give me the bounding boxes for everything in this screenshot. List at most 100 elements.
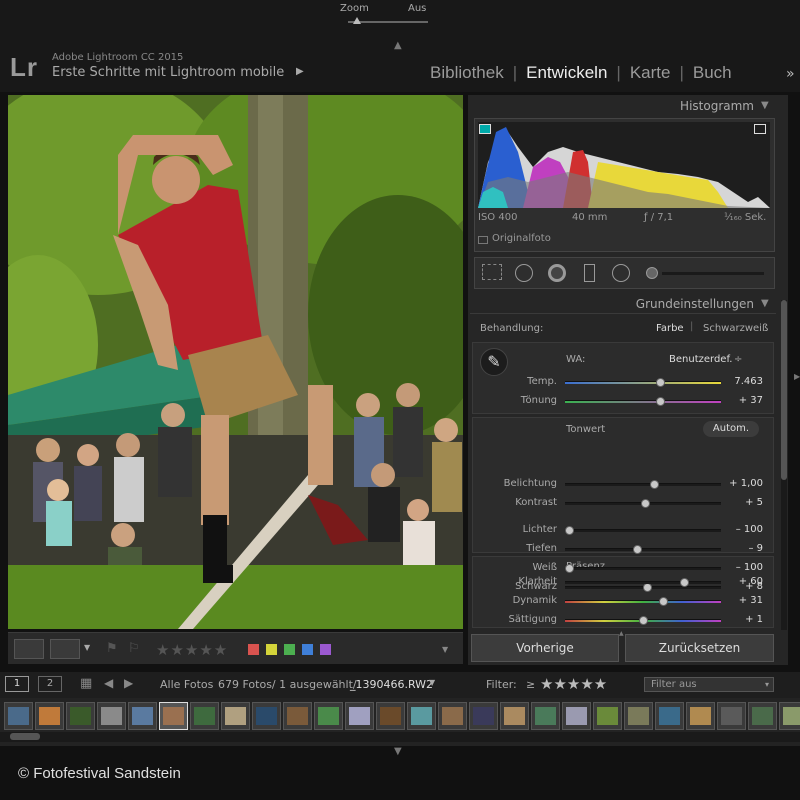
radial-filter-icon[interactable]: [612, 264, 630, 282]
filmstrip-thumbnail[interactable]: [686, 702, 715, 730]
main-photo[interactable]: [8, 95, 463, 629]
original-photo-checkbox[interactable]: [478, 236, 488, 244]
slider-thumb-dynamik[interactable]: [659, 597, 669, 606]
red-eye-icon[interactable]: [548, 264, 566, 282]
filmstrip-thumbnail[interactable]: [4, 702, 33, 730]
toolbar-dropdown-icon[interactable]: ▼: [442, 645, 448, 654]
filmstrip-thumbnail[interactable]: [128, 702, 157, 730]
filmstrip-source[interactable]: Alle Fotos: [160, 678, 213, 691]
filmstrip-thumbnail[interactable]: [593, 702, 622, 730]
graduated-filter-icon[interactable]: [584, 264, 595, 282]
main-window-button[interactable]: 1: [5, 676, 29, 692]
basic-panel-title[interactable]: Grundeinstellungen: [636, 297, 754, 311]
panel-bottom-arrow-icon[interactable]: ▲: [619, 630, 624, 637]
slider-value-temp[interactable]: 7.463: [715, 376, 763, 387]
filmstrip-thumbnail[interactable]: [283, 702, 312, 730]
slider-thumb-tiefen[interactable]: [632, 545, 642, 554]
color-label-red[interactable]: [248, 644, 259, 655]
histogram-collapse-icon[interactable]: ▼: [761, 100, 769, 111]
filmstrip-thumbnail[interactable]: [159, 702, 188, 730]
grid-view-icon[interactable]: ▦: [80, 676, 92, 691]
slider-track-tiefen[interactable]: [565, 548, 721, 551]
slider-thumb-schwarz[interactable]: [642, 583, 652, 592]
slider-track-belichtung[interactable]: [565, 483, 721, 486]
auto-tone-button[interactable]: Autom.: [703, 421, 759, 437]
filmstrip-thumbnail[interactable]: [345, 702, 374, 730]
reject-flag-icon[interactable]: ⚐: [128, 641, 140, 656]
wb-select-arrows-icon[interactable]: ÷: [734, 354, 742, 365]
color-label-green[interactable]: [284, 644, 295, 655]
slider-value-weiß[interactable]: – 100: [715, 562, 763, 573]
adjustment-brush-icon[interactable]: [646, 267, 658, 279]
filmstrip-filename[interactable]: _1390466.RW2: [350, 678, 433, 691]
module-bibliothek[interactable]: Bibliothek: [430, 63, 504, 83]
filmstrip-thumbnail[interactable]: [655, 702, 684, 730]
slider-value-kontrast[interactable]: + 5: [715, 497, 763, 508]
more-modules-icon[interactable]: »: [786, 66, 795, 82]
module-karte[interactable]: Karte: [630, 63, 671, 83]
filmstrip-scrollbar[interactable]: [0, 732, 800, 742]
slider-track-temp[interactable]: [565, 381, 721, 384]
color-label-blue[interactable]: [302, 644, 313, 655]
treatment-bw-option[interactable]: Schwarzweiß: [703, 323, 768, 334]
filmstrip-thumbnail[interactable]: [438, 702, 467, 730]
module-entwickeln[interactable]: Entwickeln: [526, 63, 607, 83]
filmstrip-thumbnail[interactable]: [531, 702, 560, 730]
filmstrip-thumbnail[interactable]: [469, 702, 498, 730]
slider-value-dynamik[interactable]: + 31: [715, 595, 763, 606]
wb-eyedropper-icon[interactable]: ✎: [480, 348, 508, 376]
slider-value-lichter[interactable]: – 100: [715, 524, 763, 535]
back-arrow-icon[interactable]: ◀: [104, 676, 113, 690]
filmstrip-thumbnail[interactable]: [500, 702, 529, 730]
slider-track-weiß[interactable]: [565, 567, 721, 570]
filmstrip-thumbnail[interactable]: [407, 702, 436, 730]
zoom-slider-thumb[interactable]: [353, 17, 361, 24]
collapse-top-arrow-icon[interactable]: ▲: [394, 40, 402, 51]
filmstrip-thumbnail[interactable]: [97, 702, 126, 730]
filmstrip-thumbnail[interactable]: [221, 702, 250, 730]
catalog-play-icon[interactable]: ▶: [296, 66, 304, 77]
previous-button[interactable]: Vorherige: [471, 634, 619, 662]
filmstrip-thumbnail[interactable]: [779, 702, 800, 730]
reset-button[interactable]: Zurücksetzen: [625, 634, 774, 662]
flag-icon[interactable]: ⚑: [106, 641, 118, 656]
collapse-bottom-arrow-icon[interactable]: ▼: [394, 746, 402, 757]
slider-track-klarheit[interactable]: [565, 581, 721, 584]
slider-value-tiefen[interactable]: – 9: [715, 543, 763, 554]
before-after-dropdown-icon[interactable]: ▼: [84, 643, 90, 652]
filmstrip-thumbnail[interactable]: [190, 702, 219, 730]
filmstrip-thumbnail[interactable]: [314, 702, 343, 730]
module-buch[interactable]: Buch: [693, 63, 732, 83]
spot-removal-icon[interactable]: [515, 264, 533, 282]
crop-overlay-icon[interactable]: [482, 264, 502, 280]
filmstrip-thumbnail[interactable]: [748, 702, 777, 730]
filter-stars[interactable]: ★★★★★: [540, 675, 607, 693]
slider-track-lichter[interactable]: [565, 529, 721, 532]
histogram-title[interactable]: Histogramm: [680, 99, 754, 113]
wb-preset-select[interactable]: Benutzerdef.: [669, 354, 732, 365]
filter-operator[interactable]: ≥: [526, 678, 535, 691]
second-window-button[interactable]: 2: [38, 676, 62, 692]
slider-track-dynamik[interactable]: [565, 600, 721, 603]
slider-thumb-lichter[interactable]: [565, 526, 574, 535]
forward-arrow-icon[interactable]: ▶: [124, 676, 133, 690]
filmstrip-scrollbar-thumb[interactable]: [10, 733, 40, 740]
before-after-button[interactable]: [50, 639, 80, 659]
filmstrip-thumbnail[interactable]: [252, 702, 281, 730]
filmstrip-thumbnail[interactable]: [717, 702, 746, 730]
rating-stars[interactable]: ★★★★★: [156, 641, 228, 659]
filmstrip-thumbnail[interactable]: [35, 702, 64, 730]
right-panel-toggle-icon[interactable]: ▶: [794, 372, 800, 381]
slider-thumb-weiß[interactable]: [565, 564, 574, 573]
histogram-graph[interactable]: [478, 122, 770, 208]
loupe-view-button[interactable]: [14, 639, 44, 659]
treatment-color-option[interactable]: Farbe: [656, 323, 684, 334]
panel-scrollbar-thumb[interactable]: [781, 300, 787, 480]
slider-value-klarheit[interactable]: + 60: [715, 576, 763, 587]
color-label-purple[interactable]: [320, 644, 331, 655]
shadow-clipping-icon[interactable]: [479, 124, 491, 134]
catalog-name[interactable]: Erste Schritte mit Lightroom mobile: [52, 65, 284, 80]
filmstrip-thumbnail[interactable]: [624, 702, 653, 730]
filmstrip-thumbnail[interactable]: [66, 702, 95, 730]
filmstrip-thumbnail[interactable]: [376, 702, 405, 730]
